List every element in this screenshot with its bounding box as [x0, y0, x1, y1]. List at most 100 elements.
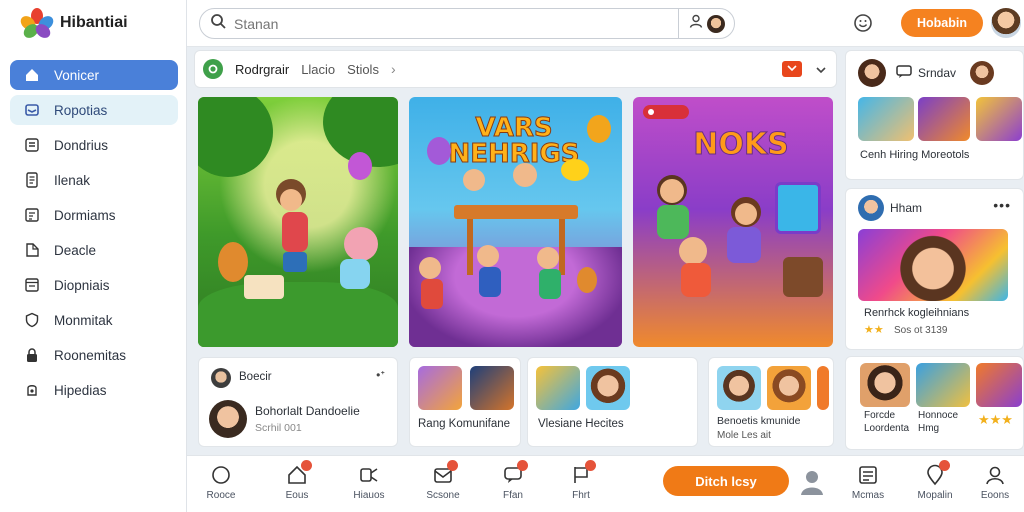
avatar — [970, 61, 994, 85]
sidebar-item-label: Ilenak — [54, 172, 91, 188]
hero-card-noks[interactable]: NOKS — [633, 97, 833, 347]
sidebar-item-dormiams[interactable]: Dormiams — [10, 200, 178, 230]
grid-icon — [24, 207, 40, 223]
sidebar-item-ilenak[interactable]: Ilenak — [10, 165, 178, 195]
thumbnail[interactable] — [817, 366, 829, 410]
thumbnail[interactable] — [918, 97, 970, 141]
emoji-icon[interactable] — [853, 13, 873, 33]
profile-name: Bohorlalt Dandoelie — [255, 404, 360, 418]
list-icon — [24, 137, 40, 153]
sidebar-item-label: Dondrius — [54, 137, 109, 153]
bottom-nav-item[interactable]: Eoons — [965, 464, 1024, 501]
rating-stars: ★★ — [864, 324, 884, 336]
sidebar-item-label: Diopniais — [54, 277, 110, 293]
sidebar-item-label: Vonicer — [54, 67, 100, 83]
sidebar-item-label: Monmitak — [54, 312, 113, 328]
rating-stars: ★★★ — [978, 412, 1013, 427]
sidebar-item-diopniais[interactable]: Diopniais — [10, 270, 178, 300]
sidebar-item-hipedias[interactable]: Hipedias — [10, 375, 178, 405]
tab-llacio[interactable]: Llacio — [301, 62, 335, 77]
shield-icon — [24, 312, 40, 328]
hero-card-stage[interactable]: VARS NEHRIGS — [409, 97, 622, 347]
tab-stiols[interactable]: Stiols — [347, 62, 379, 77]
thumbnail[interactable] — [536, 366, 580, 410]
search-input[interactable] — [234, 15, 694, 32]
thumbnail[interactable] — [976, 97, 1022, 141]
thumbnail[interactable] — [470, 366, 514, 410]
sidebar-item-label: Roonemitas — [54, 347, 127, 363]
profile-photo — [209, 400, 247, 438]
user-silhouette-icon[interactable] — [799, 468, 825, 501]
search-account-switch[interactable] — [678, 9, 734, 38]
tab-rodrgrair[interactable]: Rodrgrair — [235, 62, 289, 77]
flag-icon — [570, 460, 596, 486]
sidebar-item-dondrius[interactable]: Dondrius — [10, 130, 178, 160]
folder-icon — [24, 277, 40, 293]
sidebar: Hibantiai Vonicer Ropotias Dondrius Ilen… — [0, 0, 187, 512]
logo-flower-icon — [18, 8, 56, 41]
card-title: Hham — [890, 201, 923, 215]
bottom-nav-label: Rooce — [206, 490, 236, 501]
sidebar-item-ropotias[interactable]: Ropotias — [10, 95, 178, 125]
chevron-down-icon[interactable] — [816, 62, 826, 77]
user-icon — [689, 14, 703, 33]
app-logo[interactable]: Hibantiai — [18, 8, 128, 41]
settings-icon — [24, 382, 40, 398]
gallery-caption: Honnoce — [918, 410, 959, 421]
bottom-nav-label: Scsone — [426, 490, 460, 501]
top-bar: Hobabin — [187, 0, 1024, 47]
right-card-hham[interactable]: Hham ••• Renrhck kogleihnians ★★ Sos ot … — [845, 188, 1024, 350]
thumbnail[interactable] — [767, 366, 811, 410]
hero-card-title: NOKS — [693, 127, 789, 163]
right-card-srndav[interactable]: Srndav Cenh Hiring Moreotols — [845, 50, 1024, 180]
gallery-caption: Forcde — [864, 410, 896, 421]
more-options-icon[interactable]: ••• — [993, 197, 1011, 213]
thumbnail[interactable] — [976, 363, 1022, 407]
home-icon — [24, 67, 40, 83]
thumbnail[interactable] — [860, 363, 910, 407]
search-avatar — [706, 14, 725, 33]
bottom-nav-item[interactable]: Hiauos — [339, 464, 399, 501]
right-card-gallery[interactable]: Forcde Honnoce Loordenta Hmg ★★★ — [845, 356, 1024, 450]
chevron-right-icon[interactable]: › — [391, 61, 396, 77]
sidebar-item-vonicer[interactable]: Vonicer — [10, 60, 178, 90]
hero-card-jungle[interactable] — [198, 97, 398, 347]
bottom-nav-item[interactable]: Mcmas — [838, 464, 898, 501]
sidebar-item-deacle[interactable]: Deacle — [10, 235, 178, 265]
search-bar[interactable] — [199, 8, 735, 39]
thumbnail[interactable] — [418, 366, 462, 410]
more-options-icon[interactable]: •ᐩ — [376, 368, 385, 382]
card-header: Boecir — [239, 371, 272, 383]
sidebar-item-label: Hipedias — [54, 382, 107, 398]
profile-avatar[interactable] — [991, 8, 1021, 38]
flag-icon[interactable] — [782, 61, 802, 77]
bottom-nav-item[interactable]: Rooce — [191, 464, 251, 501]
thumbnail[interactable] — [717, 366, 761, 410]
gallery-caption: Hmg — [918, 423, 940, 434]
bottom-nav-label: Ffan — [502, 490, 523, 501]
media-card[interactable]: Vlesiane Hecites — [527, 357, 698, 447]
card-caption: Renrhck kogleihnians — [864, 307, 970, 319]
media-card[interactable]: Rang Komunifane — [409, 357, 521, 447]
profile-card[interactable]: Boecir •ᐩ Bohorlalt Dandoelie Scrhil 001 — [198, 357, 398, 447]
bottom-nav-item[interactable]: Scsone — [413, 460, 473, 501]
thumbnail[interactable] — [586, 366, 630, 410]
sidebar-item-roonemitas[interactable]: Roonemitas — [10, 340, 178, 370]
sidebar-item-label: Dormiams — [54, 207, 116, 223]
lock-icon — [24, 347, 40, 363]
sidebar-item-monmitak[interactable]: Monmitak — [10, 305, 178, 335]
avatar — [858, 59, 886, 87]
header-action-button[interactable]: Hobabin — [901, 9, 983, 37]
primary-cta-button[interactable]: Ditch lcsy — [663, 466, 789, 496]
bottom-nav-item[interactable]: Eous — [267, 460, 327, 501]
media-card-name: Benoetis kmunide — [717, 415, 801, 427]
bottom-nav-item[interactable]: Ffan — [483, 460, 543, 501]
thumbnail[interactable] — [916, 363, 970, 407]
thumbnail[interactable] — [858, 97, 914, 141]
featured-photo[interactable] — [858, 229, 1008, 301]
share-icon — [358, 464, 380, 486]
bottom-nav-item[interactable]: Mopalin — [905, 460, 965, 501]
chat-icon — [896, 65, 912, 84]
bottom-nav-item[interactable]: Fhrt — [551, 460, 611, 501]
media-card[interactable]: Benoetis kmunide Mole Les ait — [708, 357, 834, 447]
